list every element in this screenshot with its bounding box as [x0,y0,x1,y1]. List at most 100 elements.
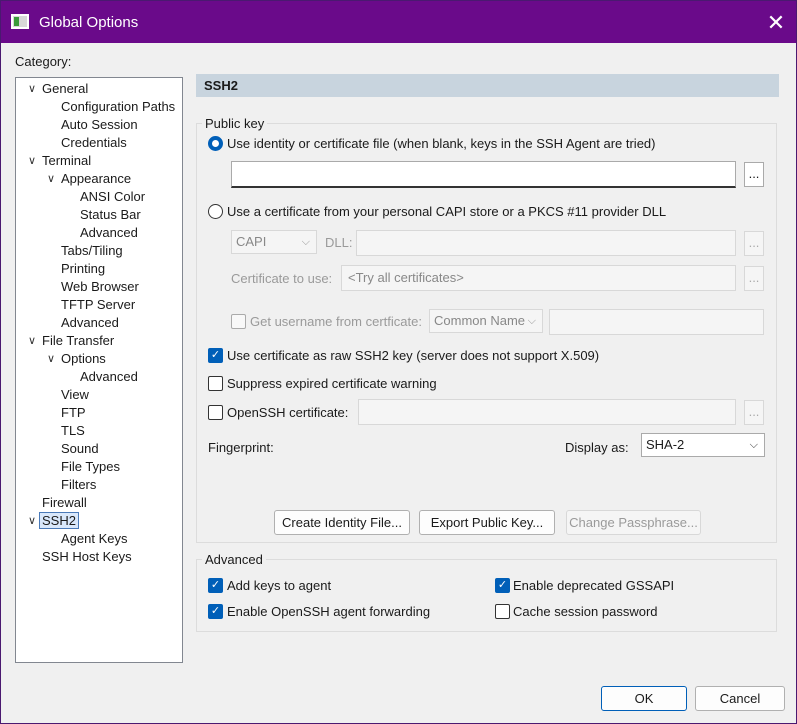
chevron-down-icon[interactable]: ∨ [26,152,38,170]
identity-file-radio[interactable] [208,136,223,151]
raw-ssh2-checkbox[interactable]: ✓ [208,348,223,363]
tree-item[interactable]: ∨ General [28,80,89,98]
tree-item[interactable]: ∨ SSH2 [28,512,79,530]
tree-item-label: ANSI Color [80,189,146,204]
openssh-cert-browse-button[interactable]: ... [744,400,764,425]
tree-item-label: Advanced [80,225,138,240]
get-username-checkbox[interactable] [231,314,246,329]
tree-item[interactable]: View [61,386,89,404]
chevron-down-icon[interactable]: ∨ [45,170,57,188]
display-as-select[interactable]: SHA-2 ⌵ [641,433,765,457]
add-keys-checkbox[interactable]: ✓ [208,578,223,593]
create-identity-button[interactable]: Create Identity File... [274,510,410,535]
advanced-legend: Advanced [202,552,266,567]
tree-item-label: Options [61,351,106,366]
tree-item[interactable]: ∨ Terminal [28,152,91,170]
tree-item[interactable]: Web Browser [61,278,139,296]
cert-to-use-input[interactable]: <Try all certificates> [341,265,736,291]
tree-item[interactable]: TFTP Server [61,296,135,314]
suppress-expired-label[interactable]: Suppress expired certificate warning [227,376,437,391]
add-keys-label[interactable]: Add keys to agent [227,578,331,593]
advanced-group [196,559,777,632]
public-key-legend: Public key [202,116,268,131]
tree-item[interactable]: Advanced [80,368,138,386]
capi-select[interactable]: CAPI ⌵ [231,230,317,254]
openssh-cert-checkbox[interactable] [208,405,223,420]
identity-file-radio-label[interactable]: Use identity or certificate file (when b… [227,136,655,151]
export-public-key-button[interactable]: Export Public Key... [419,510,555,535]
tree-item-label: SSH2 [39,512,79,529]
dll-input[interactable] [356,230,736,256]
tree-item-label: File Transfer [42,333,115,348]
agent-forwarding-checkbox[interactable]: ✓ [208,604,223,619]
tree-item[interactable]: Advanced [61,314,119,332]
tree-item[interactable]: Auto Session [61,116,138,134]
chevron-down-icon: ⌵ [527,315,536,327]
tree-item[interactable]: SSH Host Keys [42,548,132,566]
tree-item-label: TLS [61,423,85,438]
chevron-down-icon[interactable]: ∨ [45,350,57,368]
tree-item[interactable]: Credentials [61,134,127,152]
tree-item-label: Status Bar [80,207,141,222]
change-passphrase-button[interactable]: Change Passphrase... [566,510,701,535]
tree-item[interactable]: ∨ Appearance [47,170,131,188]
identity-browse-button[interactable]: ... [744,162,764,187]
agent-forwarding-label[interactable]: Enable OpenSSH agent forwarding [227,604,430,619]
tree-item[interactable]: Filters [61,476,96,494]
tree-item[interactable]: Advanced [80,224,138,242]
tree-item[interactable]: Sound [61,440,99,458]
cache-password-checkbox[interactable] [495,604,510,619]
tree-item[interactable]: Status Bar [80,206,141,224]
capi-radio-label[interactable]: Use a certificate from your personal CAP… [227,204,666,219]
tree-item[interactable]: TLS [61,422,85,440]
tree-item-label: File Types [61,459,121,474]
chevron-down-icon[interactable]: ∨ [26,332,38,350]
category-tree[interactable]: ∨ General Configuration Paths Auto Session C… [15,77,183,663]
openssh-cert-label[interactable]: OpenSSH certificate: [227,405,348,420]
tree-item-label: General [42,81,89,96]
global-options-dialog: Global Options ✕ Category: ∨ General Confi… [0,0,797,724]
tree-item-label: Web Browser [61,279,139,294]
tree-item[interactable]: Tabs/Tiling [61,242,123,260]
capi-radio[interactable] [208,204,223,219]
display-as-label: Display as: [565,440,629,455]
tree-item-label: TFTP Server [61,297,136,312]
cancel-button[interactable]: Cancel [695,686,785,711]
tree-item-label: Advanced [80,369,138,384]
tree-item[interactable]: ∨ File Transfer [28,332,115,350]
tree-item[interactable]: Agent Keys [61,530,128,548]
close-icon[interactable]: ✕ [763,10,789,36]
ok-button[interactable]: OK [601,686,687,711]
window-title: Global Options [39,14,139,31]
dll-browse-button[interactable]: ... [744,231,764,256]
tree-item[interactable]: Configuration Paths [61,98,175,116]
tree-item[interactable]: ANSI Color [80,188,145,206]
tree-item[interactable]: Printing [61,260,105,278]
username-input[interactable] [549,309,764,335]
tree-item-label: Tabs/Tiling [61,243,123,258]
chevron-down-icon[interactable]: ∨ [26,80,38,98]
display-as-value: SHA-2 [646,437,685,452]
chevron-down-icon[interactable]: ∨ [26,512,38,530]
deprecated-gssapi-label[interactable]: Enable deprecated GSSAPI [513,578,674,593]
cert-to-use-label: Certificate to use: [231,271,333,286]
tree-item[interactable]: FTP [61,404,86,422]
deprecated-gssapi-checkbox[interactable]: ✓ [495,578,510,593]
raw-ssh2-label[interactable]: Use certificate as raw SSH2 key (server … [227,348,599,363]
openssh-cert-input[interactable] [358,399,736,425]
chevron-down-icon: ⌵ [301,236,310,248]
app-icon [11,14,29,29]
tree-item-label: Auto Session [61,117,138,132]
title-bar[interactable]: Global Options ✕ [1,1,796,43]
get-username-label: Get username from certficate: [250,314,422,329]
cert-browse-button[interactable]: ... [744,266,764,291]
tree-item[interactable]: Firewall [42,494,87,512]
cache-password-label[interactable]: Cache session password [513,604,658,619]
tree-item-label: Agent Keys [61,531,128,546]
identity-file-input[interactable] [231,161,736,188]
tree-item[interactable]: ∨ Options [47,350,106,368]
suppress-expired-checkbox[interactable] [208,376,223,391]
tree-item-label: View [61,387,89,402]
username-source-select[interactable]: Common Name ⌵ [429,309,543,333]
tree-item[interactable]: File Types [61,458,120,476]
